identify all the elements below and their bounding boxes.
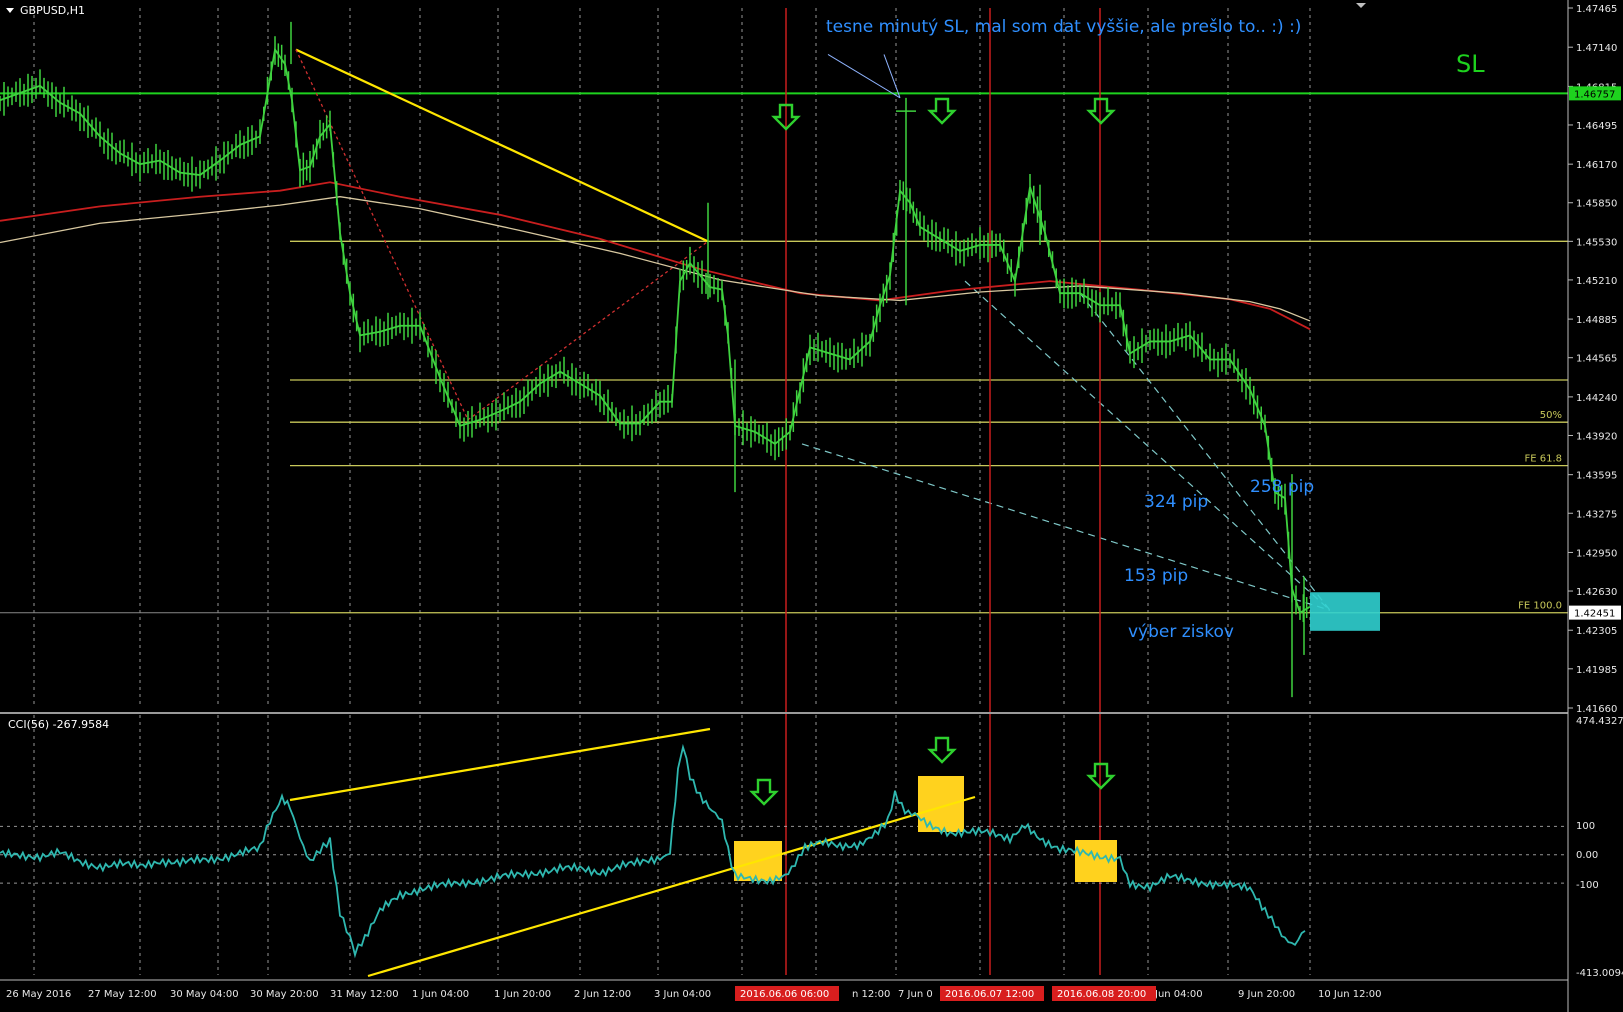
time-label-8: 3 Jun 04:00 xyxy=(654,989,711,1000)
marked-time-label-2: 2016.06.08 20:00 xyxy=(1057,989,1146,1000)
pips-258-label: 258 pip xyxy=(1250,477,1314,497)
price-tick-label-0: 1.47465 xyxy=(1576,4,1617,15)
time-label-9: n 12:00 xyxy=(852,989,890,1000)
chart-root: 50% FE 61.8 FE 100.0 tesne minutý SL, mal … xyxy=(0,0,1623,1012)
cci-scale-label-1: 100 xyxy=(1576,821,1595,832)
price-tick-label-13: 1.43275 xyxy=(1576,509,1617,520)
fib-level-label-2: 50% xyxy=(1540,410,1562,421)
cci-scale-label-3: -100 xyxy=(1576,880,1599,891)
time-label-1: 27 May 12:00 xyxy=(88,989,157,1000)
symbol-title: GBPUSD,H1 xyxy=(20,4,85,17)
price-tick-label-18: 1.41660 xyxy=(1576,704,1617,715)
time-label-4: 31 May 12:00 xyxy=(330,989,399,1000)
time-label-0: 26 May 2016 xyxy=(6,989,71,1000)
last-price-label: 1.42451 xyxy=(1574,609,1615,620)
time-label-6: 1 Jun 20:00 xyxy=(494,989,551,1000)
time-label-5: 1 Jun 04:00 xyxy=(412,989,469,1000)
price-tick-label-1: 1.47140 xyxy=(1576,43,1617,54)
marked-time-label-0: 2016.06.06 06:00 xyxy=(740,989,829,1000)
time-label-12: 9 Jun 20:00 xyxy=(1238,989,1295,1000)
cci-scale-label-4: -413.0094 xyxy=(1576,968,1623,979)
time-label-13: 10 Jun 12:00 xyxy=(1318,989,1382,1000)
cci-scale-label-0: 474.4327 xyxy=(1576,716,1623,727)
price-tick-label-7: 1.45210 xyxy=(1576,276,1617,287)
cci-highlight-box-2 xyxy=(1075,840,1117,882)
time-label-7: 2 Jun 12:00 xyxy=(574,989,631,1000)
cci-label: CCI(56) -267.9584 xyxy=(8,718,109,731)
price-tick-label-11: 1.43920 xyxy=(1576,431,1617,442)
price-tick-label-3: 1.46495 xyxy=(1576,121,1617,132)
price-tick-label-9: 1.44565 xyxy=(1576,354,1617,365)
note-missed-sl: tesne minutý SL, mal som dat vyššie, ale… xyxy=(826,17,1301,37)
price-tick-label-10: 1.44240 xyxy=(1576,393,1617,404)
price-tick-label-8: 1.44885 xyxy=(1576,315,1617,326)
pips-153-label: 153 pip xyxy=(1124,566,1188,586)
price-tick-label-14: 1.42950 xyxy=(1576,548,1617,559)
target-zone-box xyxy=(1310,592,1380,631)
cci-highlight-box-1 xyxy=(918,776,964,832)
price-tick-label-12: 1.43595 xyxy=(1576,471,1617,482)
pips-324-label: 324 pip xyxy=(1144,492,1208,512)
time-label-10: 7 Jun 0 xyxy=(898,989,933,1000)
sl-price-label: 1.46757 xyxy=(1574,89,1615,100)
price-tick-label-4: 1.46170 xyxy=(1576,160,1617,171)
fib-level-label-4: FE 100.0 xyxy=(1518,601,1562,612)
fib-level-label-3: FE 61.8 xyxy=(1524,454,1562,465)
cci-scale-label-2: 0.00 xyxy=(1576,850,1598,861)
marked-time-label-1: 2016.06.07 12:00 xyxy=(945,989,1034,1000)
price-tick-label-5: 1.45850 xyxy=(1576,199,1617,210)
price-tick-label-6: 1.45530 xyxy=(1576,237,1617,248)
time-label-3: 30 May 20:00 xyxy=(250,989,319,1000)
time-label-11: Jun 04:00 xyxy=(1154,989,1203,1000)
price-tick-label-16: 1.42305 xyxy=(1576,626,1617,637)
price-tick-label-15: 1.42630 xyxy=(1576,587,1617,598)
take-profit-label: výber ziskov xyxy=(1128,622,1234,642)
time-label-2: 30 May 04:00 xyxy=(170,989,239,1000)
price-tick-label-17: 1.41985 xyxy=(1576,665,1617,676)
sl-label: SL xyxy=(1456,50,1485,78)
